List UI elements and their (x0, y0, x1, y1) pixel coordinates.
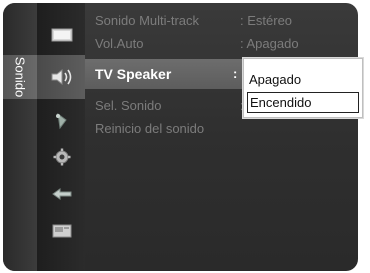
menu-item-label: Vol.Auto (95, 36, 144, 51)
category-tab-column: Sonido (3, 3, 37, 271)
menu-item-label: TV Speaker (95, 66, 172, 82)
picture-icon[interactable] (49, 25, 75, 45)
tv-speaker-dropdown: Apagado Encendido (243, 58, 363, 118)
menu-item-auto-volume[interactable]: Vol.Auto : Apagado (95, 33, 358, 55)
option-apagado[interactable]: Apagado (247, 69, 359, 91)
menu-item-value: : (233, 66, 238, 81)
tv-osd-menu: Sonido Sonido Multi-track: Estéreo Vol.… (3, 3, 358, 271)
menu-item-value: : Estéreo (240, 13, 293, 28)
category-icon-column (37, 3, 85, 271)
menu-item-label: Sonido Multi-track (95, 13, 200, 28)
sound-icon[interactable] (49, 67, 75, 87)
menu-item-label: Sel. Sonido (95, 98, 162, 113)
menu-item-multitrack[interactable]: Sonido Multi-track : Estéreo (95, 10, 358, 32)
menu-item-label: Reinicio del sonido (95, 121, 205, 136)
application-icon[interactable] (49, 221, 75, 241)
option-encendido[interactable]: Encendido (247, 92, 359, 113)
sound-menu: Sonido Multi-track : Estéreo Vol.Auto : … (85, 3, 358, 271)
channel-icon[interactable] (49, 111, 75, 131)
category-tab-sonido[interactable]: Sonido (3, 55, 37, 99)
input-icon[interactable] (49, 184, 75, 204)
menu-item-sound-reset[interactable]: Reinicio del sonido (95, 118, 358, 140)
category-tab-label: Sonido (12, 56, 28, 98)
menu-item-value: : Apagado (240, 36, 299, 51)
setup-icon[interactable] (49, 147, 75, 167)
